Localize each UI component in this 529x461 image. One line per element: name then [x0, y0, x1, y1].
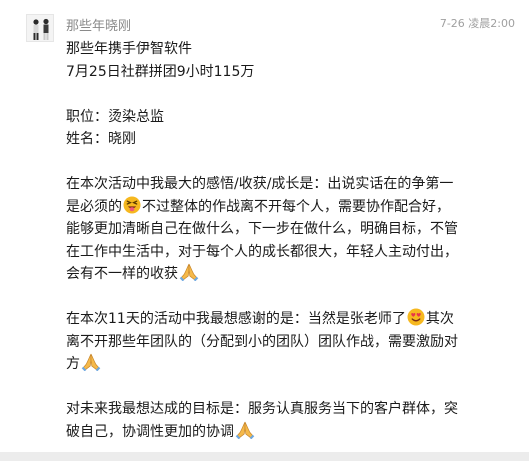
message-text: 是必须的 [66, 198, 122, 215]
pray-hands-emoji [81, 353, 101, 379]
message-line: 破自己，协调性更加的协调 [66, 421, 486, 444]
message-text: 不过整体的作战离不开每个人，需要协作配合好， [142, 198, 450, 215]
sender-name[interactable]: 那些年晓刚 [66, 15, 131, 34]
avatar[interactable] [26, 14, 54, 42]
message-text: 会有不一样的收获 [66, 266, 178, 282]
smiling-heart-eyes-emoji [407, 308, 425, 334]
message-text: 方 [66, 356, 80, 372]
message-line: 对未来我最想达成的目标是：服务认真服务当下的客户群体，突 [66, 401, 458, 417]
message-text: 在本次11天的活动中我最想感谢的是：当然是张老师了 [66, 311, 406, 327]
message-text: 破自己，协调性更加的协调 [66, 423, 234, 440]
message-line: 是必须的 不过整体的作战离不开每个人，需要协作配合好， [66, 196, 486, 219]
message-line: 7月25日社群拼团9小时115万 [66, 63, 255, 80]
message-body: 那些年携手伊智软件 7月25日社群拼团9小时115万 职位：烫染总监 姓名：晓刚… [66, 38, 486, 443]
pray-hands-emoji [179, 263, 199, 289]
avatar-image [27, 15, 53, 41]
message-line: 会有不一样的收获 [66, 263, 486, 286]
message-timestamp: 7-26 凌晨2:00 [439, 17, 515, 30]
message-line: 那些年携手伊智软件 [66, 41, 192, 57]
message-line: 在工作中生活中，对于每个人的成长都很大，年轻人主动付出， [66, 243, 458, 260]
message-line: 离不开那些年团队的（分配到小的团队）团队作战，需要激励对 [66, 333, 458, 350]
message-line: 能够更加清晰自己在做什么，下一步在做什么，明确目标，不管 [66, 221, 458, 237]
message-line: 在本次11天的活动中我最想感谢的是：当然是张老师了 其次 [66, 308, 486, 331]
message-line: 姓名：晓刚 [66, 131, 136, 147]
message-text: 其次 [425, 311, 454, 327]
message-line: 方 [66, 353, 486, 376]
pray-hands-emoji [235, 421, 255, 447]
bottom-divider [0, 452, 529, 461]
message-line: 在本次活动中我最大的感悟/收获/成长是：出说实话在的争第一 [66, 176, 454, 192]
message-line: 职位：烫染总监 [66, 108, 164, 125]
